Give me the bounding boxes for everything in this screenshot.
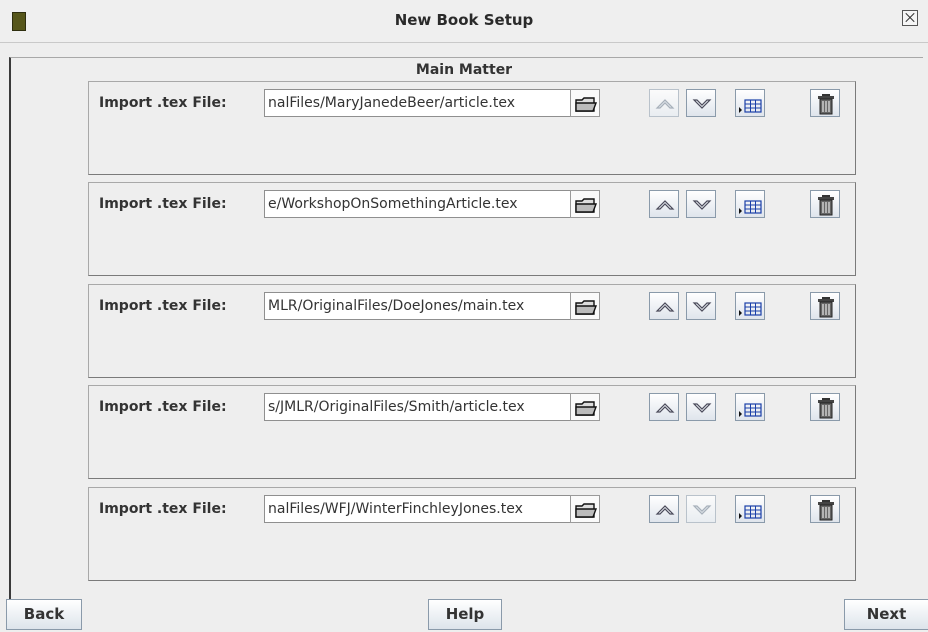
section-title: Main Matter bbox=[415, 62, 513, 78]
folder-icon bbox=[575, 198, 598, 213]
import-entry-2: Import .tex File: e/WorkshopOnSomethingA… bbox=[88, 182, 856, 276]
table-icon bbox=[739, 200, 762, 214]
browse-button[interactable] bbox=[570, 393, 600, 421]
insert-table-button[interactable] bbox=[735, 495, 765, 523]
move-up-button[interactable] bbox=[649, 495, 679, 523]
table-icon bbox=[739, 505, 762, 519]
delete-button[interactable] bbox=[810, 292, 840, 320]
table-icon bbox=[739, 403, 762, 417]
browse-button[interactable] bbox=[570, 190, 600, 218]
tex-file-path-value: MLR/OriginalFiles/DoeJones/main.tex bbox=[268, 298, 525, 314]
folder-icon bbox=[575, 300, 598, 315]
folder-icon bbox=[575, 401, 598, 416]
import-label: Import .tex File: bbox=[99, 95, 227, 111]
tex-file-path-input[interactable]: s/JMLR/OriginalFiles/Smith/article.tex bbox=[264, 393, 571, 421]
close-button[interactable] bbox=[902, 10, 918, 26]
tex-file-path-input[interactable]: nalFiles/WFJ/WinterFinchleyJones.tex bbox=[264, 495, 571, 523]
chevron-up-icon bbox=[655, 505, 675, 515]
title-bar: New Book Setup bbox=[0, 0, 928, 43]
chevron-down-icon bbox=[692, 403, 712, 413]
folder-icon bbox=[575, 503, 598, 518]
chevron-up-icon bbox=[655, 99, 675, 109]
tex-file-path-input[interactable]: MLR/OriginalFiles/DoeJones/main.tex bbox=[264, 292, 571, 320]
import-label: Import .tex File: bbox=[99, 399, 227, 415]
chevron-up-icon bbox=[655, 200, 675, 210]
help-button[interactable]: Help bbox=[428, 599, 502, 630]
insert-table-button[interactable] bbox=[735, 292, 765, 320]
move-down-button[interactable] bbox=[686, 190, 716, 218]
move-down-button[interactable] bbox=[686, 495, 716, 523]
chevron-up-icon bbox=[655, 403, 675, 413]
tex-file-path-value: s/JMLR/OriginalFiles/Smith/article.tex bbox=[268, 399, 525, 415]
move-down-button[interactable] bbox=[686, 292, 716, 320]
move-down-button[interactable] bbox=[686, 89, 716, 117]
import-entry-5: Import .tex File: nalFiles/WFJ/WinterFin… bbox=[88, 487, 856, 581]
tex-file-path-value: nalFiles/WFJ/WinterFinchleyJones.tex bbox=[268, 501, 523, 517]
move-up-button[interactable] bbox=[649, 89, 679, 117]
import-label: Import .tex File: bbox=[99, 298, 227, 314]
trash-icon bbox=[818, 398, 834, 419]
delete-button[interactable] bbox=[810, 89, 840, 117]
delete-button[interactable] bbox=[810, 190, 840, 218]
table-icon bbox=[739, 99, 762, 113]
browse-button[interactable] bbox=[570, 89, 600, 117]
chevron-down-icon bbox=[692, 302, 712, 312]
browse-button[interactable] bbox=[570, 292, 600, 320]
tex-file-path-value: nalFiles/MaryJanedeBeer/article.tex bbox=[268, 95, 515, 111]
trash-icon bbox=[818, 500, 834, 521]
insert-table-button[interactable] bbox=[735, 89, 765, 117]
tex-file-path-input[interactable]: nalFiles/MaryJanedeBeer/article.tex bbox=[264, 89, 571, 117]
delete-button[interactable] bbox=[810, 393, 840, 421]
move-down-button[interactable] bbox=[686, 393, 716, 421]
trash-icon bbox=[818, 297, 834, 318]
next-button[interactable]: Next bbox=[844, 599, 928, 630]
tex-file-path-value: e/WorkshopOnSomethingArticle.tex bbox=[268, 196, 518, 212]
back-button[interactable]: Back bbox=[6, 599, 82, 630]
chevron-down-icon bbox=[692, 200, 712, 210]
insert-table-button[interactable] bbox=[735, 190, 765, 218]
delete-button[interactable] bbox=[810, 495, 840, 523]
insert-table-button[interactable] bbox=[735, 393, 765, 421]
tex-file-path-input[interactable]: e/WorkshopOnSomethingArticle.tex bbox=[264, 190, 571, 218]
move-up-button[interactable] bbox=[649, 393, 679, 421]
window-title: New Book Setup bbox=[394, 11, 534, 29]
chevron-down-icon bbox=[692, 505, 712, 515]
chevron-down-icon bbox=[692, 99, 712, 109]
import-entry-3: Import .tex File: MLR/OriginalFiles/DoeJ… bbox=[88, 284, 856, 378]
browse-button[interactable] bbox=[570, 495, 600, 523]
folder-icon bbox=[575, 97, 598, 112]
trash-icon bbox=[818, 94, 834, 115]
move-up-button[interactable] bbox=[649, 190, 679, 218]
table-icon bbox=[739, 302, 762, 316]
chevron-up-icon bbox=[655, 302, 675, 312]
move-up-button[interactable] bbox=[649, 292, 679, 320]
import-label: Import .tex File: bbox=[99, 501, 227, 517]
import-label: Import .tex File: bbox=[99, 196, 227, 212]
import-entry-4: Import .tex File: s/JMLR/OriginalFiles/S… bbox=[88, 385, 856, 479]
import-entry-1: Import .tex File: nalFiles/MaryJanedeBee… bbox=[88, 81, 856, 175]
trash-icon bbox=[818, 195, 834, 216]
